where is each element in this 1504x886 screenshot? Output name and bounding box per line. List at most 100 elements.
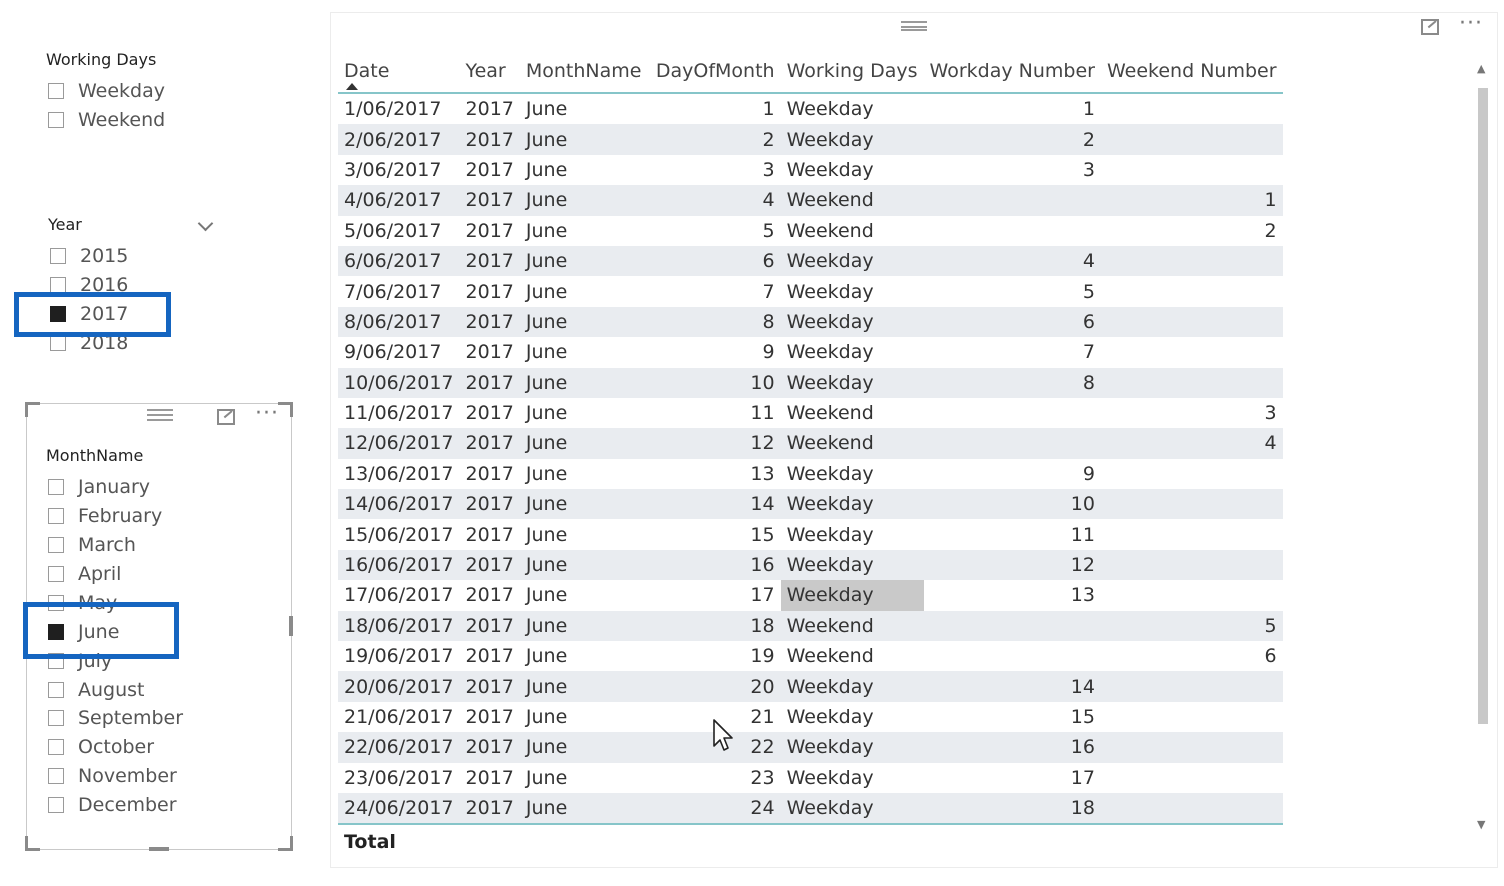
drag-handle-icon[interactable] (901, 21, 927, 31)
table-cell[interactable] (1101, 519, 1283, 549)
table-cell[interactable]: 13 (650, 459, 781, 489)
checkbox[interactable] (48, 797, 64, 813)
table-cell[interactable]: June (520, 641, 650, 671)
table-cell[interactable]: 4 (649, 185, 781, 216)
table-cell[interactable]: Weekday (781, 276, 924, 306)
checkbox[interactable] (50, 335, 66, 351)
table-cell[interactable]: June (519, 610, 650, 642)
table-cell[interactable]: 16/06/2017 (338, 549, 460, 581)
table-row[interactable]: 13/06/2017 2017 June 13 Weekday 9 (338, 459, 1283, 489)
table-cell[interactable]: 1 (924, 93, 1101, 124)
table-cell[interactable] (1100, 367, 1283, 398)
table-cell[interactable]: June (519, 792, 650, 825)
table-cell[interactable]: 2017 (459, 671, 520, 702)
table-cell[interactable]: 11/06/2017 (338, 398, 460, 428)
table-cell[interactable]: 23/06/2017 (338, 763, 460, 793)
checkbox[interactable] (48, 566, 64, 582)
table-cell[interactable]: 7 (650, 276, 781, 306)
table-cell[interactable]: 17 (650, 580, 781, 610)
table-cell[interactable]: 6 (923, 306, 1101, 338)
table-cell[interactable]: 18 (649, 610, 781, 642)
table-cell[interactable]: June (519, 549, 650, 581)
resize-handle-bottom-right[interactable] (278, 836, 293, 851)
table-cell[interactable]: 22/06/2017 (338, 732, 460, 763)
column-header-monthname[interactable]: MonthName (519, 50, 650, 94)
checkbox[interactable] (48, 479, 64, 495)
table-cell[interactable]: 2017 (459, 489, 520, 520)
column-header-year[interactable]: Year (459, 50, 520, 94)
table-row[interactable]: 11/06/2017 2017 June 11 Weekend 3 (338, 398, 1283, 428)
table-row[interactable]: 12/06/2017 2017 June 12 Weekend 4 (338, 428, 1283, 459)
table-cell[interactable] (1100, 245, 1283, 277)
table-cell[interactable]: Weekday (780, 732, 924, 763)
table-cell[interactable] (1101, 93, 1283, 124)
table-cell[interactable]: June (520, 519, 650, 549)
table-cell[interactable]: 2017 (460, 155, 520, 185)
table-cell[interactable]: 2017 (459, 428, 520, 459)
table-row[interactable]: 24/06/2017 2017 June 24 Weekday 18 (338, 792, 1283, 825)
table-cell[interactable]: June (520, 155, 650, 185)
table-cell[interactable]: 2017 (460, 216, 520, 246)
table-cell[interactable]: 6/06/2017 (338, 245, 460, 277)
resize-handle-right[interactable] (289, 616, 293, 636)
slicer-item-february[interactable]: February (48, 503, 162, 529)
table-cell[interactable]: Weekend (780, 185, 924, 216)
table-cell[interactable] (1101, 155, 1283, 185)
table-cell[interactable]: 16 (649, 549, 781, 581)
table-cell[interactable] (1101, 459, 1283, 489)
table-cell[interactable] (1100, 732, 1283, 763)
table-cell[interactable]: 2017 (459, 792, 520, 825)
table-cell[interactable]: Weekday (780, 124, 924, 155)
table-cell[interactable]: Weekday (781, 519, 924, 549)
table-cell[interactable]: 2017 (460, 459, 520, 489)
table-cell[interactable]: 2/06/2017 (338, 124, 460, 155)
table-cell[interactable] (1101, 580, 1283, 610)
table-cell[interactable]: 3 (650, 155, 781, 185)
table-cell[interactable]: June (520, 398, 650, 428)
table-cell[interactable]: June (520, 93, 650, 124)
table-cell[interactable]: June (520, 216, 650, 246)
table-cell[interactable]: 10 (649, 367, 781, 398)
column-header-workday-number[interactable]: Workday Number (923, 50, 1101, 94)
checkbox[interactable] (48, 768, 64, 784)
slicer-item-2016[interactable]: 2016 (50, 272, 128, 298)
table-cell[interactable]: 16 (923, 732, 1101, 763)
slicer-item-july[interactable]: July (48, 648, 112, 674)
table-cell[interactable]: June (520, 580, 650, 610)
resize-handle-bottom-left[interactable] (25, 836, 40, 851)
column-header-dayofmonth[interactable]: DayOfMonth (649, 50, 781, 94)
table-cell[interactable]: 17 (924, 763, 1101, 793)
table-cell[interactable]: 2017 (460, 337, 520, 367)
table-cell[interactable]: 17/06/2017 (338, 580, 460, 610)
table-cell[interactable]: June (520, 337, 650, 367)
table-cell[interactable]: 4 (923, 245, 1101, 277)
table-cell[interactable]: Weekend (780, 610, 924, 642)
slicer-item-december[interactable]: December (48, 792, 177, 818)
slicer-item-march[interactable]: March (48, 532, 136, 558)
table-cell[interactable]: 1 (1100, 185, 1283, 216)
table-row[interactable]: 19/06/2017 2017 June 19 Weekend 6 (338, 641, 1283, 671)
table-cell[interactable]: 5 (924, 276, 1101, 306)
table-cell[interactable]: Weekend (781, 398, 924, 428)
table-cell[interactable] (1101, 702, 1283, 732)
slicer-item-april[interactable]: April (48, 561, 121, 587)
table-cell[interactable]: 2017 (460, 641, 520, 671)
table-cell[interactable]: 8/06/2017 (338, 306, 460, 338)
table-cell[interactable]: 2017 (460, 519, 520, 549)
table-cell[interactable]: Weekend (780, 428, 924, 459)
table-cell[interactable] (924, 398, 1101, 428)
table-cell[interactable]: 2017 (459, 306, 520, 338)
table-cell[interactable]: 9/06/2017 (338, 337, 460, 367)
table-cell[interactable]: 24/06/2017 (338, 792, 460, 825)
table-cell[interactable]: 1/06/2017 (338, 93, 460, 124)
table-cell[interactable]: 14 (923, 671, 1101, 702)
table-cell[interactable] (1100, 306, 1283, 338)
table-cell[interactable]: 13 (924, 580, 1101, 610)
table-cell[interactable]: Weekday (780, 489, 924, 520)
chevron-down-icon[interactable] (197, 215, 214, 232)
table-cell[interactable]: Weekday (781, 337, 924, 367)
table-cell[interactable]: 24 (649, 792, 781, 825)
table-cell[interactable]: 23 (650, 763, 781, 793)
scrollbar-thumb[interactable] (1478, 88, 1488, 724)
table-cell[interactable] (923, 610, 1101, 642)
